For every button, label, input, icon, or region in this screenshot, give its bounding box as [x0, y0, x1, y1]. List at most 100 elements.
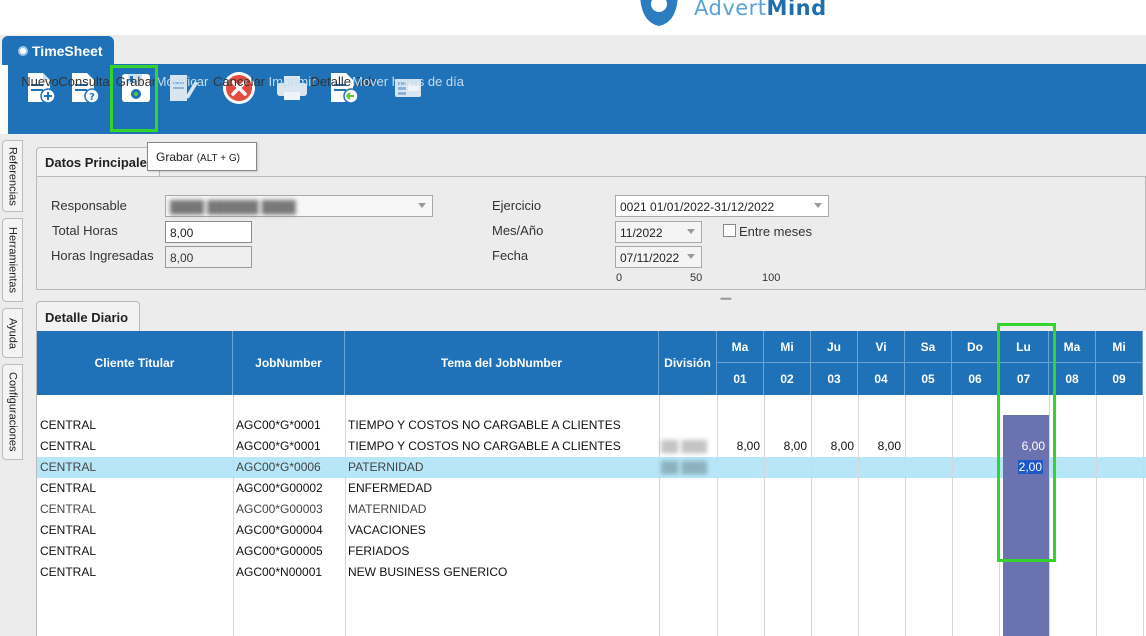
day-name-header[interactable]: Ju: [811, 331, 858, 363]
ejercicio-label: Ejercicio: [492, 198, 542, 213]
cliente-cell[interactable]: CENTRAL: [40, 523, 96, 537]
consulta-label: Consulta: [58, 74, 110, 89]
mover-horas-button[interactable]: Mover horas de día: [352, 68, 464, 108]
window-tabstrip: [0, 35, 1146, 64]
day-number-header[interactable]: 09: [1096, 363, 1143, 395]
tema-cell[interactable]: VACACIONES: [348, 523, 426, 537]
jobnumber-cell[interactable]: AGC00*G*0001: [236, 439, 321, 453]
day-number-header[interactable]: 06: [952, 363, 999, 395]
tab-dot-icon: [18, 45, 28, 56]
modificar-label: Modificar: [155, 74, 209, 89]
jobnumber-cell[interactable]: AGC00*N00001: [236, 565, 322, 579]
cliente-cell[interactable]: CENTRAL: [40, 544, 96, 558]
tema-cell[interactable]: FERIADOS: [348, 544, 409, 558]
responsable-select[interactable]: ████ ██████ ████: [165, 195, 433, 217]
mes-anio-select[interactable]: 11/2022: [615, 221, 702, 243]
ejercicio-select[interactable]: 0021 01/01/2022-31/12/2022: [615, 195, 829, 217]
consulta-button[interactable]: ? Consulta: [58, 68, 110, 108]
jobnumber-cell[interactable]: AGC00*G*0006: [236, 460, 321, 474]
hours-cell[interactable]: 8,00: [717, 439, 760, 453]
total-horas-field[interactable]: 8,00: [165, 221, 252, 243]
day-name-header[interactable]: Mi: [764, 331, 811, 363]
col-header-division[interactable]: División: [659, 331, 717, 395]
tema-cell[interactable]: PATERNIDAD: [348, 460, 424, 474]
selected-row-highlight: [37, 457, 1146, 478]
division-cell[interactable]: ▒▒ ▒▒▒: [661, 460, 715, 474]
day-number-header[interactable]: 03: [811, 363, 858, 395]
side-tab-configuraciones[interactable]: Configuraciones: [2, 364, 23, 460]
tab-timesheet[interactable]: TimeSheet: [2, 36, 114, 65]
jobnumber-cell[interactable]: AGC00*G*0001: [236, 418, 321, 432]
grid-column-line: [659, 395, 660, 636]
mover-horas-label: Mover horas de día: [352, 74, 465, 89]
day-name-header[interactable]: Vi: [858, 331, 905, 363]
nuevo-button[interactable]: Nuevo: [21, 68, 59, 108]
day-name-header[interactable]: Ma: [1049, 331, 1096, 363]
jobnumber-cell[interactable]: AGC00*G00004: [236, 523, 323, 537]
ejercicio-value: 0021 01/01/2022-31/12/2022: [620, 200, 775, 214]
tab-datos-principales[interactable]: Datos Principales: [36, 147, 160, 177]
tema-cell[interactable]: MATERNIDAD: [348, 502, 426, 516]
day-name-header[interactable]: Ma: [717, 331, 764, 363]
tab-label: TimeSheet: [32, 42, 103, 59]
chevron-down-icon: [687, 254, 695, 259]
side-tab-referencias[interactable]: Referencias: [2, 140, 23, 212]
day-number-header[interactable]: 01: [717, 363, 764, 395]
tema-cell[interactable]: TIEMPO Y COSTOS NO CARGABLE A CLIENTES: [348, 439, 621, 453]
brand-name: AdvertMind: [694, 0, 827, 20]
day-name-header[interactable]: Mi: [1096, 331, 1143, 363]
cliente-cell[interactable]: CENTRAL: [40, 460, 96, 474]
tab-detalle-diario[interactable]: Detalle Diario: [36, 301, 140, 332]
imprimir-button[interactable]: Imprimir: [269, 68, 315, 108]
entre-meses-label: Entre meses: [739, 224, 812, 239]
fecha-select[interactable]: 07/11/2022: [615, 246, 702, 268]
col-header-jobnumber[interactable]: JobNumber: [233, 331, 345, 395]
day-number-header[interactable]: 04: [858, 363, 905, 395]
day-name-header[interactable]: Sa: [905, 331, 952, 363]
side-tab-ayuda[interactable]: Ayuda: [2, 308, 23, 358]
jobnumber-cell[interactable]: AGC00*G00003: [236, 502, 323, 516]
col-header-tema[interactable]: Tema del JobNumber: [345, 331, 659, 395]
entre-meses-checkbox[interactable]: [723, 224, 736, 237]
day-number-header[interactable]: 08: [1049, 363, 1096, 395]
responsable-value: ████ ██████ ████: [170, 200, 296, 214]
svg-text:?: ?: [89, 92, 95, 103]
hours-cell[interactable]: 8,00: [764, 439, 807, 453]
cliente-cell[interactable]: CENTRAL: [40, 565, 96, 579]
hours-cell[interactable]: 8,00: [858, 439, 901, 453]
tema-cell[interactable]: TIEMPO Y COSTOS NO CARGABLE A CLIENTES: [348, 418, 621, 432]
side-tab-herramientas[interactable]: Herramientas: [2, 218, 23, 302]
grid-column-line: [858, 395, 859, 636]
cliente-cell[interactable]: CENTRAL: [40, 439, 96, 453]
scale-50: 50: [690, 272, 703, 284]
nuevo-label: Nuevo: [21, 74, 59, 89]
day-name-header[interactable]: Do: [952, 331, 999, 363]
modificar-button[interactable]: Modificar: [156, 68, 208, 108]
cancelar-button[interactable]: Cancelar: [213, 68, 265, 108]
day-number-header[interactable]: 05: [905, 363, 952, 395]
splitter-grip[interactable]: •••••: [720, 294, 732, 304]
scale-100: 100: [762, 272, 781, 284]
horas-ingresadas-field: 8,00: [165, 246, 252, 268]
division-cell[interactable]: ▒▒ ▒▒▒: [661, 439, 715, 453]
fecha-label: Fecha: [492, 248, 529, 263]
jobnumber-cell[interactable]: AGC00*G00002: [236, 481, 323, 495]
cliente-cell[interactable]: CENTRAL: [40, 502, 96, 516]
grid-column-line: [811, 395, 812, 636]
mes-anio-value: 11/2022: [620, 226, 663, 240]
cliente-cell[interactable]: CENTRAL: [40, 481, 96, 495]
jobnumber-cell[interactable]: AGC00*G00005: [236, 544, 323, 558]
col-header-cliente[interactable]: Cliente Titular: [37, 331, 233, 395]
tema-cell[interactable]: ENFERMEDAD: [348, 481, 432, 495]
tema-cell[interactable]: NEW BUSINESS GENERICO: [348, 565, 507, 579]
total-horas-label: Total Horas: [52, 223, 118, 238]
hours-cell[interactable]: 8,00: [811, 439, 854, 453]
day-number-header[interactable]: 02: [764, 363, 811, 395]
grid-column-line: [1143, 395, 1144, 636]
lu-07-highlight: [997, 323, 1056, 562]
grid-column-line: [233, 395, 234, 636]
advertmind-logo-icon: [640, 0, 678, 26]
cliente-cell[interactable]: CENTRAL: [40, 418, 96, 432]
chevron-down-icon: [814, 203, 822, 208]
grabar-tooltip: Grabar (ALT + G): [147, 142, 257, 171]
